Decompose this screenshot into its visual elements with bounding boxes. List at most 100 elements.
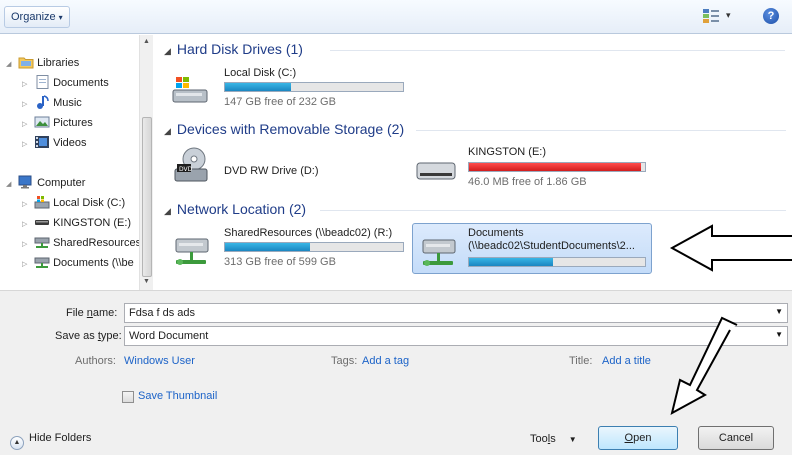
- sidebar-item-local-disk[interactable]: ▷ Local Disk (C:): [22, 195, 125, 211]
- drive-free-space: 313 GB free of 599 GB: [224, 256, 336, 268]
- expanded-triangle-icon[interactable]: ◢: [6, 177, 15, 193]
- title-label: Title:: [569, 355, 593, 367]
- group-header-hard-disks[interactable]: ◢ Hard Disk Drives (1): [164, 41, 303, 57]
- sidebar-item-kingston[interactable]: ▷ KINGSTON (E:): [22, 215, 131, 231]
- drive-free-space: 46.0 MB free of 1.86 GB: [468, 176, 587, 188]
- drive-dvd-rw-d[interactable]: DVD DVD RW Drive (D:): [172, 145, 402, 191]
- sidebar-item-label: Music: [53, 97, 82, 109]
- drive-usage-bar: [224, 82, 404, 92]
- group-header-network[interactable]: ◢ Network Location (2): [164, 201, 306, 217]
- drive-documents-network-selected[interactable]: Documents (\\beadc02\StudentDocuments\2.…: [412, 223, 652, 274]
- group-title: Devices with Removable Storage (2): [176, 121, 405, 137]
- drive-name: SharedResources (\\beadc02) (R:): [224, 227, 393, 239]
- save-thumbnail-checkbox[interactable]: [122, 391, 134, 403]
- drive-sharedresources-r[interactable]: SharedResources (\\beadc02) (R:) 313 GB …: [172, 225, 408, 273]
- chevron-down-icon[interactable]: ▼: [775, 330, 783, 339]
- sidebar-item-videos[interactable]: ▷ Videos: [22, 135, 87, 151]
- title-field[interactable]: Add a title: [602, 355, 651, 367]
- collapse-group-icon[interactable]: ◢: [164, 46, 171, 56]
- sidebar-item-label: Pictures: [53, 117, 93, 129]
- computer-icon: [18, 175, 32, 189]
- collapsed-triangle-icon[interactable]: ▷: [22, 97, 31, 113]
- file-name-input[interactable]: Fdsa f ds ads ▼: [124, 303, 788, 323]
- authors-field[interactable]: Windows User: [124, 355, 195, 367]
- authors-label: Authors:: [75, 355, 116, 367]
- group-title: Network Location (2): [176, 201, 307, 217]
- save-as-type-label: Save as type:: [55, 330, 122, 342]
- drive-name: Local Disk (C:): [224, 67, 297, 79]
- network-drive-icon: [34, 237, 50, 248]
- file-name-label: File name:: [66, 307, 118, 319]
- sidebar-item-label: KINGSTON (E:): [53, 217, 132, 229]
- group-header-removable[interactable]: ◢ Devices with Removable Storage (2): [164, 121, 404, 137]
- collapse-group-icon[interactable]: ◢: [164, 206, 171, 216]
- drive-usage-bar: [224, 242, 404, 252]
- open-button[interactable]: Open: [598, 426, 678, 450]
- hide-folders-label: Hide Folders: [29, 432, 92, 444]
- collapsed-triangle-icon[interactable]: ▷: [22, 217, 31, 233]
- drive-local-disk-c[interactable]: Local Disk (C:) 147 GB free of 232 GB: [172, 65, 412, 111]
- save-form: File name: Fdsa f ds ads ▼ Save as type:…: [0, 290, 792, 455]
- tools-button[interactable]: Tools ▼: [530, 433, 577, 445]
- collapsed-triangle-icon[interactable]: ▷: [22, 237, 31, 253]
- tags-field[interactable]: Add a tag: [362, 355, 409, 367]
- views-icon: [703, 9, 719, 23]
- hide-folders-button[interactable]: ▲ Hide Folders: [10, 432, 91, 450]
- chevron-down-icon: ▾: [58, 13, 63, 22]
- drive-usage-fill: [469, 163, 641, 171]
- sidebar-item-documents[interactable]: ▷ Documents: [22, 75, 109, 91]
- collapsed-triangle-icon[interactable]: ▷: [22, 137, 31, 153]
- collapse-group-icon[interactable]: ◢: [164, 126, 171, 136]
- sidebar-item-libraries[interactable]: ◢ Libraries: [6, 55, 79, 71]
- tags-label: Tags:: [331, 355, 358, 367]
- change-view-button[interactable]: [702, 8, 720, 24]
- sidebar-item-label: Videos: [53, 137, 87, 149]
- sidebar-item-label: Local Disk (C:): [53, 197, 126, 209]
- organize-button[interactable]: Organize ▾: [4, 6, 70, 28]
- help-button[interactable]: ?: [763, 8, 779, 24]
- sidebar-item-label: SharedResources: [53, 237, 142, 249]
- local-disk-icon: [34, 196, 50, 209]
- group-divider: [416, 130, 786, 131]
- sidebar-item-sharedresources[interactable]: ▷ SharedResources: [22, 235, 141, 251]
- drive-usage-bar: [468, 257, 646, 267]
- scrollbar-thumb[interactable]: [142, 117, 152, 277]
- sidebar-item-documents-network[interactable]: ▷ Documents (\\be: [22, 255, 134, 271]
- collapsed-triangle-icon[interactable]: ▷: [22, 197, 31, 213]
- views-dropdown-icon[interactable]: ▾: [726, 10, 731, 21]
- scroll-up-icon[interactable]: ▲: [143, 38, 150, 45]
- usb-drive-icon: [416, 162, 456, 180]
- drive-name: DVD RW Drive (D:): [224, 165, 319, 177]
- pictures-icon: [34, 116, 50, 128]
- chevron-down-icon[interactable]: ▼: [775, 307, 783, 316]
- libraries-icon: [18, 57, 34, 69]
- group-title: Hard Disk Drives (1): [176, 41, 303, 57]
- collapsed-triangle-icon[interactable]: ▷: [22, 77, 31, 93]
- expanded-triangle-icon[interactable]: ◢: [6, 57, 15, 73]
- chevron-up-icon: ▲: [10, 436, 24, 450]
- documents-library-icon: [36, 75, 49, 89]
- cancel-button[interactable]: Cancel: [698, 426, 774, 450]
- toolbar: Organize ▾ ▾ ?: [0, 0, 792, 34]
- drive-usage-bar: [468, 162, 646, 172]
- drive-path: (\\beadc02\StudentDocuments\2...: [468, 240, 635, 252]
- sidebar-item-music[interactable]: ▷ Music: [22, 95, 82, 111]
- sidebar-item-computer[interactable]: ◢ Computer: [6, 175, 85, 191]
- drive-kingston-e[interactable]: KINGSTON (E:) 46.0 MB free of 1.86 GB: [416, 145, 656, 191]
- navigation-pane: ◢ Libraries ▷ Documents ▷ Music ▷ Pictur…: [0, 35, 152, 290]
- drives-pane: ◢ Hard Disk Drives (1) Local Disk (C:) 14…: [154, 35, 792, 290]
- organize-label: Organize: [11, 11, 56, 23]
- local-disk-icon: [172, 77, 208, 103]
- music-icon: [37, 95, 49, 109]
- navigation-scrollbar[interactable]: ▲ ▼: [139, 35, 153, 290]
- svg-text:DVD: DVD: [179, 166, 193, 173]
- scroll-down-icon[interactable]: ▼: [143, 278, 150, 285]
- save-as-type-value: Word Document: [129, 330, 209, 342]
- collapsed-triangle-icon[interactable]: ▷: [22, 257, 31, 273]
- save-as-type-select[interactable]: Word Document ▼: [124, 326, 788, 346]
- collapsed-triangle-icon[interactable]: ▷: [22, 117, 31, 133]
- dvd-drive-icon: DVD: [174, 147, 208, 182]
- sidebar-item-pictures[interactable]: ▷ Pictures: [22, 115, 93, 131]
- group-divider: [320, 210, 786, 211]
- save-thumbnail-label[interactable]: Save Thumbnail: [138, 390, 217, 402]
